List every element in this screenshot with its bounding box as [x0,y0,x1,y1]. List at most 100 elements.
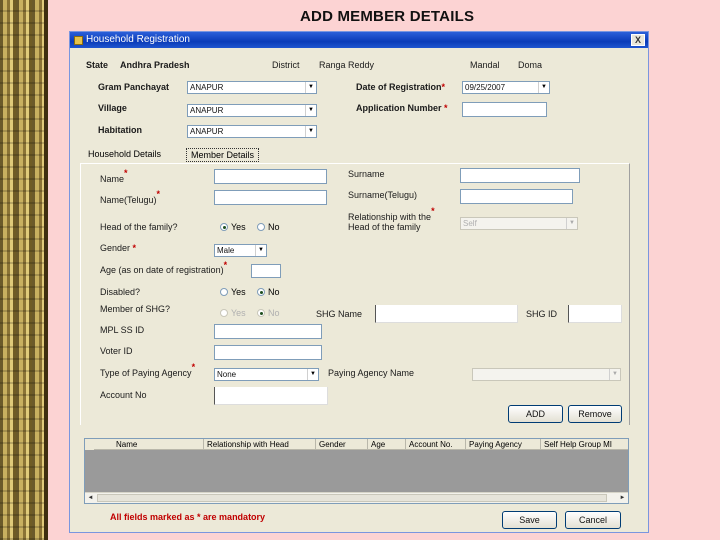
name-telugu-label: Name(Telugu)* [100,189,161,205]
district-label: District [272,60,300,70]
gender-select[interactable]: Male ▼ [214,244,267,257]
radio-label: Yes [231,287,246,297]
chevron-down-icon: ▼ [609,369,620,380]
chevron-down-icon: ▼ [538,82,549,93]
app-icon [74,35,83,45]
relationship-select[interactable]: Self ▼ [460,217,578,230]
radio-dot [257,288,265,296]
save-button[interactable]: Save [502,511,557,529]
row-header-cell [85,439,94,450]
scroll-thumb[interactable] [97,494,607,502]
gram-panchayat-value: ANAPUR [190,83,224,92]
shg-id-label: SHG ID [526,309,558,319]
type-paying-agency-value: None [217,370,237,379]
grid-body [85,450,628,494]
remove-button[interactable]: Remove [568,405,622,423]
grid-col-shg[interactable]: Self Help Group MI [540,439,612,450]
state-label: State [86,60,109,70]
name-telugu-input[interactable] [214,190,327,205]
surname-telugu-input[interactable] [460,189,573,204]
radio-label: No [268,222,280,232]
radio-label: No [268,308,280,318]
name-label: Name* [100,168,128,184]
household-registration-window: Household Registration X State Andhra Pr… [69,31,649,533]
scroll-left-icon[interactable]: ◄ [85,493,96,503]
village-label: Village [98,103,127,113]
surname-telugu-label: Surname(Telugu) [348,190,418,200]
age-input[interactable] [251,264,281,278]
radio-dot [257,223,265,231]
gram-panchayat-select[interactable]: ANAPUR ▼ [187,81,317,94]
tab-household-details[interactable]: Household Details [84,148,165,162]
habitation-select[interactable]: ANAPUR ▼ [187,125,317,138]
radio-label: Yes [231,222,246,232]
close-button[interactable]: X [631,34,645,46]
paying-agency-name-select[interactable]: ▼ [472,368,621,381]
surname-label: Surname [348,169,385,179]
head-of-family-yes-radio[interactable]: Yes [220,222,246,232]
mandatory-note: All fields marked as * are mandatory [110,512,266,522]
chevron-down-icon: ▼ [255,245,266,256]
radio-dot [220,223,228,231]
decorative-border [0,0,48,540]
application-number-input[interactable] [462,102,547,117]
mpl-ssid-label: MPL SS ID [100,325,145,335]
grid-col-account-no[interactable]: Account No. [405,439,453,450]
voter-id-label: Voter ID [100,346,133,356]
gram-panchayat-label: Gram Panchayat [98,82,170,92]
mandal-value: Doma [518,60,543,70]
gender-value: Male [217,246,235,255]
member-of-shg-label: Member of SHG? [100,304,171,314]
shg-id-input[interactable] [568,305,622,323]
date-of-registration-picker[interactable]: 09/25/2007 ▼ [462,81,550,94]
grid-header: Name Relationship with Head Gender Age A… [85,439,628,450]
name-input[interactable] [214,169,327,184]
relationship-label: Relationship with the* Head of the family [348,206,435,232]
chevron-down-icon: ▼ [305,82,316,93]
disabled-yes-radio[interactable]: Yes [220,287,246,297]
surname-input[interactable] [460,168,580,183]
chevron-down-icon: ▼ [566,218,577,229]
village-select[interactable]: ANAPUR ▼ [187,104,317,117]
grid-col-gender[interactable]: Gender [315,439,346,450]
age-label: Age (as on date of registration)* [100,260,228,275]
tab-member-details[interactable]: Member Details [186,148,260,162]
window-title: Household Registration [86,34,190,45]
horizontal-scrollbar[interactable]: ◄ ► [85,492,628,503]
shg-yes-radio[interactable]: Yes [220,308,246,318]
disabled-no-radio[interactable]: No [257,287,280,297]
state-value: Andhra Pradesh [120,60,190,70]
grid-col-age[interactable]: Age [367,439,385,450]
window-titlebar[interactable]: Household Registration X [70,32,648,48]
relationship-value: Self [463,219,477,228]
shg-name-input[interactable] [375,305,518,323]
radio-label: No [268,287,280,297]
grid-col-paying-agency[interactable]: Paying Agency [465,439,522,450]
village-value: ANAPUR [190,106,224,115]
grid-col-relationship[interactable]: Relationship with Head [203,439,289,450]
disabled-label: Disabled? [100,287,141,297]
chevron-down-icon: ▼ [305,105,316,116]
head-of-family-label: Head of the family? [100,222,178,232]
chevron-down-icon: ▼ [307,369,318,380]
radio-dot [220,309,228,317]
shg-name-label: SHG Name [316,309,363,319]
type-paying-agency-label: Type of Paying Agency* [100,362,196,378]
head-of-family-no-radio[interactable]: No [257,222,280,232]
shg-no-radio[interactable]: No [257,308,280,318]
radio-dot [257,309,265,317]
grid-col-name[interactable]: Name [113,439,137,450]
habitation-label: Habitation [98,125,142,135]
voter-id-input[interactable] [214,345,322,360]
district-value: Ranga Reddy [319,60,375,70]
add-button[interactable]: ADD [508,405,563,423]
scroll-right-icon[interactable]: ► [617,493,628,503]
members-grid[interactable]: Name Relationship with Head Gender Age A… [84,438,629,504]
cancel-button[interactable]: Cancel [565,511,621,529]
radio-dot [220,288,228,296]
chevron-down-icon: ▼ [305,126,316,137]
type-paying-agency-select[interactable]: None ▼ [214,368,319,381]
account-no-label: Account No [100,390,147,400]
account-no-input[interactable] [214,387,328,405]
mpl-ssid-input[interactable] [214,324,322,339]
